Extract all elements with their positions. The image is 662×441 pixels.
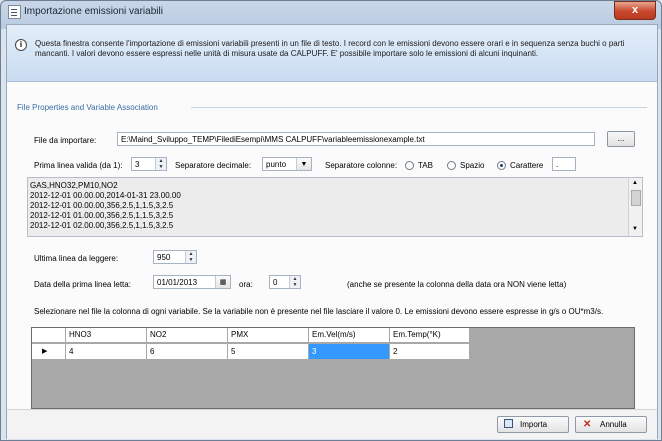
grid-corner (32, 328, 66, 343)
first-line-stepper[interactable]: 3 ▲ ▼ (131, 157, 167, 171)
import-button[interactable]: Importa (497, 416, 569, 433)
group-title: File Properties and Variable Association (17, 103, 158, 112)
chevron-down-icon[interactable]: ▼ (296, 158, 311, 170)
grid-cell-pmx[interactable]: 5 (228, 344, 309, 360)
cancel-x-icon: ✕ (583, 419, 592, 430)
last-line-value: 950 (157, 253, 171, 262)
radio-char[interactable] (497, 161, 506, 170)
grid-cell-no2[interactable]: 6 (147, 344, 228, 360)
close-button[interactable]: x (614, 1, 656, 20)
title-bar[interactable]: Importazione emissioni variabili x (0, 0, 662, 24)
first-line-value: 3 (135, 160, 140, 169)
stepper-arrows-icon[interactable]: ▲ ▼ (289, 276, 300, 288)
grid-cell-hno3[interactable]: 4 (66, 344, 147, 360)
scroll-down-icon[interactable]: ▼ (632, 226, 638, 232)
grid-header-em-temp[interactable]: Em.Temp(°K) (390, 328, 470, 343)
variable-grid[interactable]: HNO3 NO2 PMX Em.Vel(m/s) Em.Temp(°K) ▶ 4… (31, 327, 635, 409)
preview-line: 2012-12-01 00.00.00,356,2.5,1,1.5,3,2.5 (30, 201, 174, 210)
grid-header-hno3[interactable]: HNO3 (66, 328, 147, 343)
grid-cell-em-temp[interactable]: 2 (390, 344, 470, 360)
col-sep-label: Separatore colonne: (325, 161, 398, 170)
info-banner: i Questa finestra consente l'importazion… (7, 25, 657, 82)
stepper-arrows-icon[interactable]: ▲ ▼ (155, 158, 166, 170)
hour-value: 0 (273, 278, 278, 287)
row-marker-icon[interactable]: ▶ (32, 344, 66, 360)
group-divider (191, 107, 647, 108)
info-icon: i (15, 39, 27, 51)
radio-tab-label: TAB (418, 161, 433, 170)
preview-scrollbar[interactable]: ▲ ▼ (628, 178, 642, 236)
radio-tab[interactable] (405, 161, 414, 170)
hour-stepper[interactable]: 0 ▲ ▼ (269, 275, 301, 289)
calendar-icon[interactable]: ▦ (215, 276, 230, 288)
cancel-label: Annulla (600, 420, 627, 429)
date-label: Data della prima linea letta: (34, 280, 131, 289)
scroll-up-icon[interactable]: ▲ (632, 180, 638, 186)
date-picker[interactable]: 01/01/2013 ▦ (153, 275, 231, 289)
preview-line: 2012-12-01 00.00.00,2014-01-31 23.00.00 (30, 191, 181, 200)
import-icon (504, 419, 513, 428)
date-value: 01/01/2013 (157, 278, 198, 287)
radio-char-label: Carattere (510, 161, 544, 170)
radio-space-label: Spazio (460, 161, 485, 170)
close-icon: x (631, 4, 639, 16)
file-path-input[interactable]: E:\Maind_Sviluppo_TEMP\FilediEsempi\MMS … (117, 132, 595, 146)
stepper-arrows-icon[interactable]: ▲ ▼ (185, 251, 196, 263)
file-label: File da importare: (34, 136, 97, 145)
date-note: (anche se presente la colonna della data… (347, 280, 567, 289)
grid-header-pmx[interactable]: PMX (228, 328, 309, 343)
last-line-stepper[interactable]: 950 ▲ ▼ (153, 250, 197, 264)
decimal-sep-select[interactable]: punto ▼ (262, 157, 312, 171)
hour-label: ora: (239, 280, 253, 289)
import-label: Importa (520, 420, 548, 429)
radio-space[interactable] (447, 161, 456, 170)
app-window-icon (8, 5, 21, 19)
instructions-text: Selezionare nel file la colonna di ogni … (34, 307, 604, 316)
decimal-sep-value: punto (266, 160, 287, 169)
grid-header-no2[interactable]: NO2 (147, 328, 228, 343)
scroll-thumb[interactable] (631, 190, 641, 206)
dialog-footer: Importa ✕ Annulla (7, 409, 657, 439)
preview-line: GAS,HNO32,PM10,NO2 (30, 181, 118, 190)
decimal-sep-label: Separatore decimale: (175, 161, 252, 170)
dialog-client: i Questa finestra consente l'importazion… (6, 24, 658, 439)
window-title: Importazione emissioni variabili (24, 6, 163, 17)
preview-line: 2012-12-01 02.00.00,356,2.5,1,1.5,3,2.5 (30, 221, 174, 230)
last-line-label: Ultima linea da leggere: (34, 254, 119, 263)
grid-header-em-vel[interactable]: Em.Vel(m/s) (309, 328, 390, 343)
cancel-button[interactable]: ✕ Annulla (575, 416, 647, 433)
preview-line: 2012-12-01 01.00.00,356,2.5,1,1.5,3,2.5 (30, 211, 174, 220)
grid-cell-em-vel[interactable]: 3 (309, 344, 390, 360)
file-preview[interactable]: GAS,HNO32,PM10,NO2 2012-12-01 00.00.00,2… (27, 177, 643, 237)
char-sep-input[interactable]: . (552, 157, 576, 171)
first-line-label: Prima linea valida (da 1): (34, 161, 123, 170)
browse-button[interactable]: ... (607, 131, 635, 147)
info-text: Questa finestra consente l'importazione … (35, 39, 625, 58)
